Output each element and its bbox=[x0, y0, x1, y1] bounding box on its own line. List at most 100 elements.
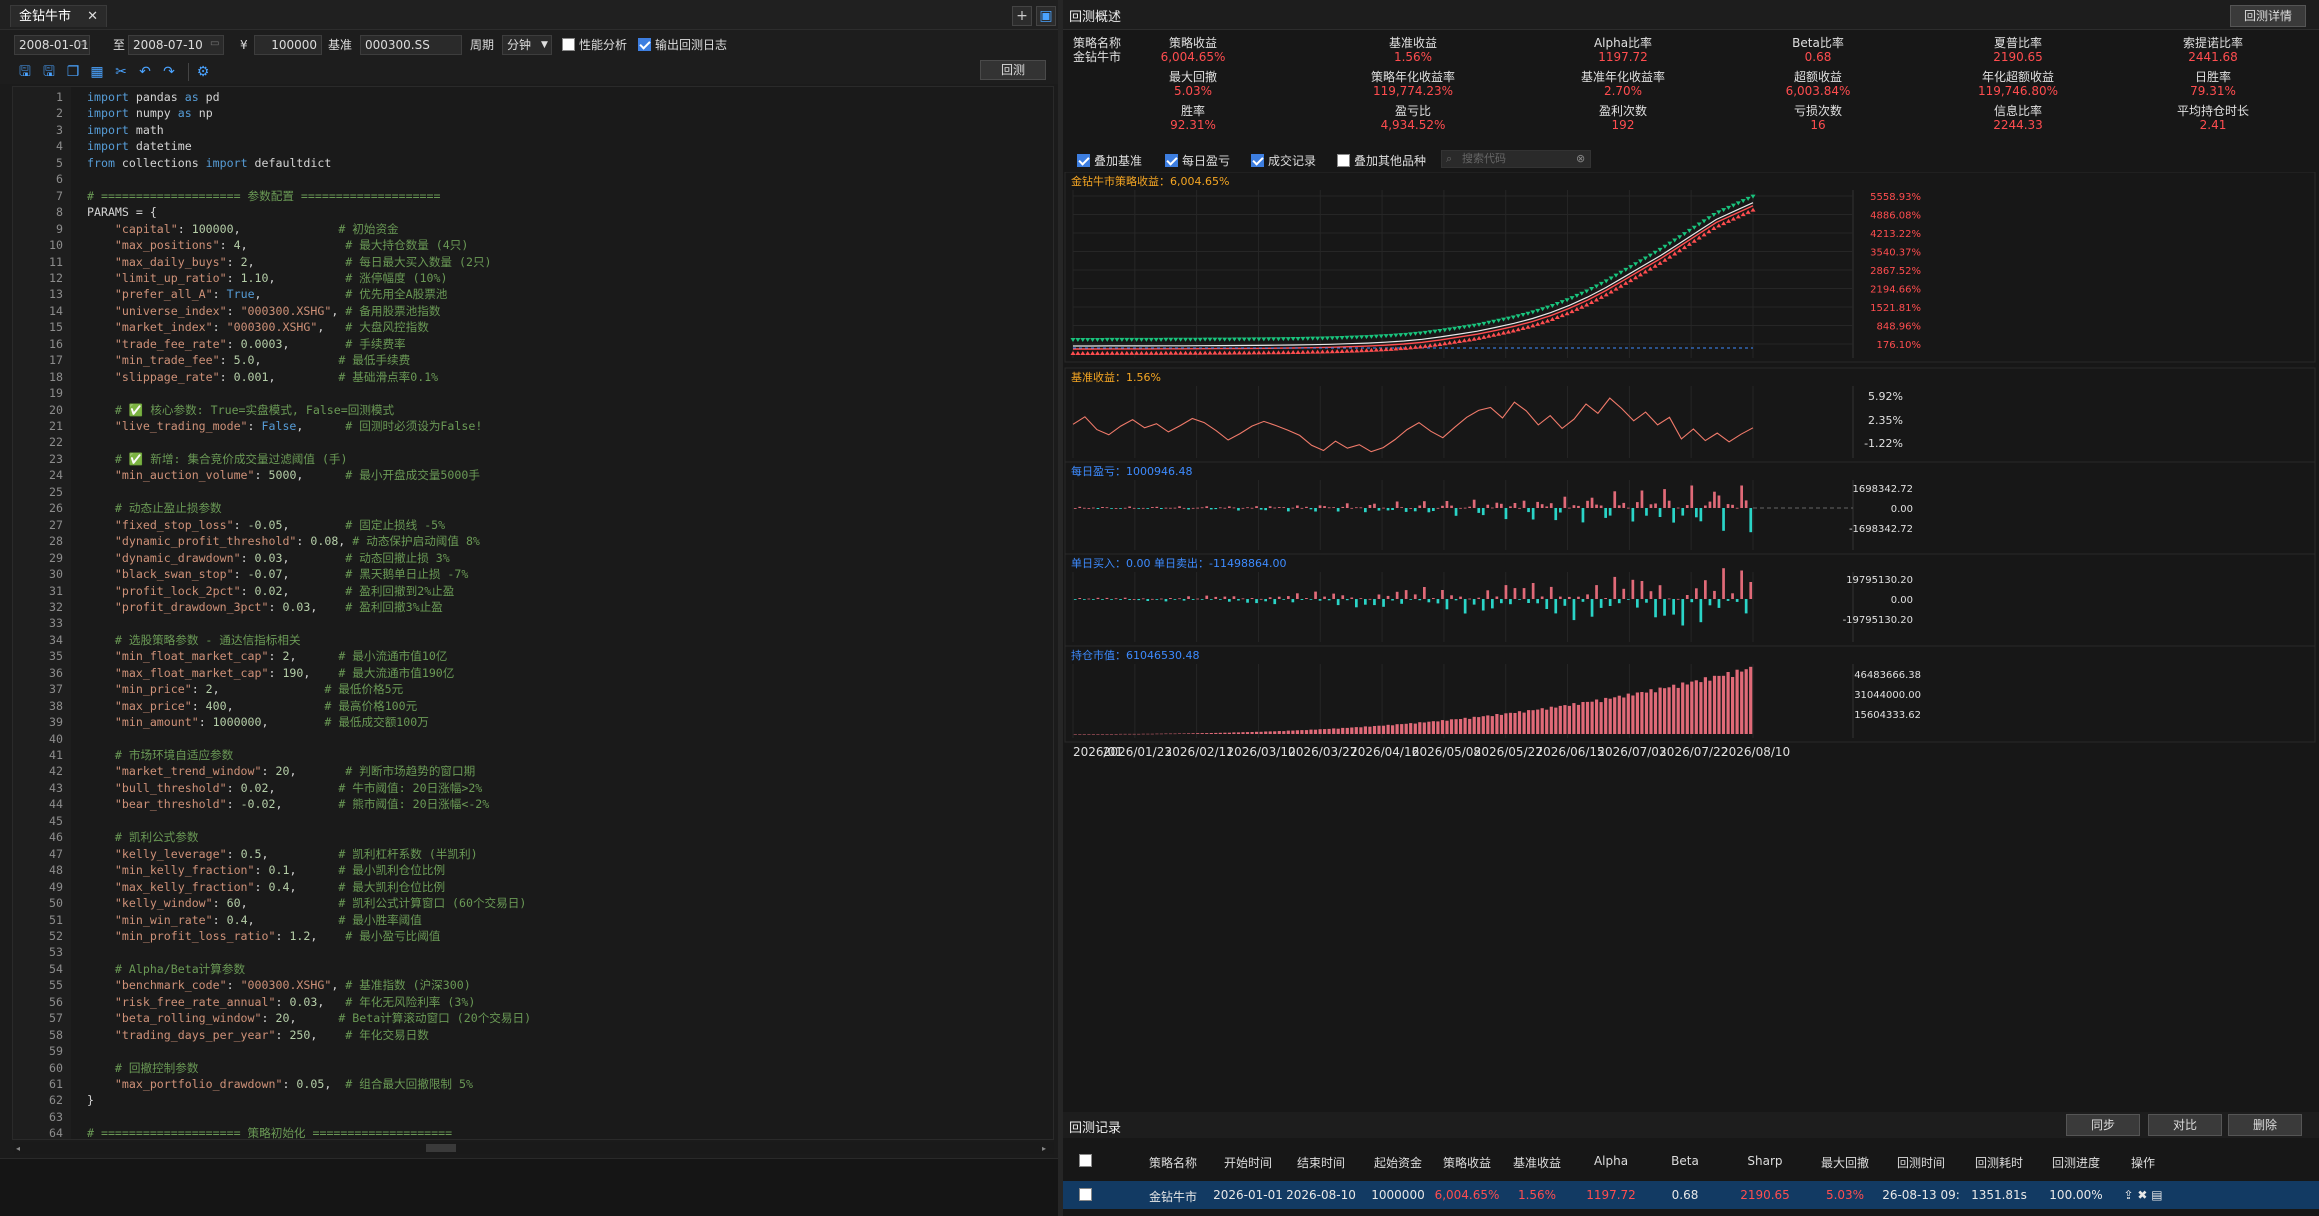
benchmark-input[interactable]: 000300.SS bbox=[360, 35, 462, 55]
code-line[interactable]: 11 "max_daily_buys": 2, # 每日最大买入数量 (2只) bbox=[13, 254, 1053, 271]
code-line[interactable]: 21 "live_trading_mode": False, # 回测时必须设为… bbox=[13, 418, 1053, 435]
code-line[interactable]: 42 "market_trend_window": 20, # 判断市场趋势的窗… bbox=[13, 763, 1053, 780]
code-line[interactable]: 7 # ==================== 参数配置 ===========… bbox=[13, 188, 1053, 205]
code-line[interactable]: 9 "capital": 100000, # 初始资金 bbox=[13, 221, 1053, 238]
chart-area[interactable]: 金钻牛市策略收益：6,004.65% 基准收益：1.56% 每日盈亏：1000946… bbox=[1063, 171, 2319, 1102]
undo-icon[interactable]: ↶ bbox=[136, 63, 154, 81]
code-line[interactable]: 47 "kelly_leverage": 0.5, # 凯利杠杆系数 (半凯利) bbox=[13, 846, 1053, 863]
row-actions[interactable]: ⇪ ✖ ▤ bbox=[2098, 1188, 2188, 1202]
checkbox-icon[interactable] bbox=[1079, 1154, 1092, 1167]
code-line[interactable]: 38 "max_price": 400, # 最高价格100元 bbox=[13, 698, 1053, 715]
layout-button[interactable]: ▣ bbox=[1036, 6, 1056, 26]
paste-icon[interactable]: ▦ bbox=[88, 63, 106, 81]
code-line[interactable]: 48 "min_kelly_fraction": 0.1, # 最小凯利仓位比例 bbox=[13, 862, 1053, 879]
checkbox-icon[interactable] bbox=[562, 38, 575, 51]
table-row[interactable]: 金钻牛市 2026-01-01 2026-08-10 1000000 6,004.65%… bbox=[1063, 1181, 2319, 1209]
code-line[interactable]: 53 bbox=[13, 944, 1053, 961]
row-checkbox[interactable] bbox=[1079, 1188, 1096, 1202]
clear-icon[interactable]: ⊗ bbox=[1576, 151, 1585, 167]
code-line[interactable]: 5 from collections import defaultdict bbox=[13, 155, 1053, 172]
code-line[interactable]: 56 "risk_free_rate_annual": 0.03, # 年化无风… bbox=[13, 994, 1053, 1011]
select-all-checkbox[interactable] bbox=[1079, 1154, 1096, 1168]
column-header[interactable]: 结束时间 bbox=[1281, 1154, 1361, 1171]
code-line[interactable]: 58 "trading_days_per_year": 250, # 年化交易日… bbox=[13, 1027, 1053, 1044]
code-line[interactable]: 60 # 回撤控制参数 bbox=[13, 1060, 1053, 1077]
code-line[interactable]: 31 "profit_lock_2pct": 0.02, # 盈利回撤到2%止盈 bbox=[13, 583, 1053, 600]
column-header[interactable]: 操作 bbox=[2103, 1154, 2183, 1171]
code-line[interactable]: 15 "market_index": "000300.XSHG", # 大盘风控… bbox=[13, 319, 1053, 336]
code-line[interactable]: 10 "max_positions": 4, # 最大持仓数量 (4只) bbox=[13, 237, 1053, 254]
code-line[interactable]: 62} bbox=[13, 1092, 1053, 1109]
save-icon[interactable]: 🖫 bbox=[16, 63, 34, 81]
code-line[interactable]: 43 "bull_threshold": 0.02, # 牛市阈值: 20日涨幅… bbox=[13, 780, 1053, 797]
scroll-left-icon[interactable]: ◂ bbox=[16, 1144, 20, 1153]
code-line[interactable]: 14 "universe_index": "000300.XSHG", # 备用… bbox=[13, 303, 1053, 320]
calendar-icon[interactable]: ▭ bbox=[210, 38, 219, 49]
charts-svg[interactable]: 金钻牛市策略收益：6,004.65% 基准收益：1.56% 每日盈亏：1000946… bbox=[1063, 171, 2319, 1102]
close-icon[interactable]: ✕ bbox=[87, 9, 98, 24]
cut-icon[interactable]: ✂ bbox=[112, 63, 130, 81]
column-header[interactable]: 策略收益 bbox=[1427, 1154, 1507, 1171]
settings-gear-icon[interactable]: ⚙ bbox=[194, 63, 212, 81]
column-header[interactable]: 策略名称 bbox=[1133, 1154, 1213, 1171]
code-line[interactable]: 36 "max_float_market_cap": 190, # 最大流通市值… bbox=[13, 665, 1053, 682]
tab-strategy[interactable]: 金钻牛市 ✕ bbox=[10, 5, 108, 27]
code-line[interactable]: 2 import numpy as np bbox=[13, 105, 1053, 122]
copy-icon[interactable]: ❐ bbox=[64, 63, 82, 81]
code-line[interactable]: 57 "beta_rolling_window": 20, # Beta计算滚动… bbox=[13, 1010, 1053, 1027]
checkbox-checked-icon[interactable] bbox=[1077, 154, 1090, 167]
code-line[interactable]: 63 bbox=[13, 1109, 1053, 1126]
code-line[interactable]: 22 bbox=[13, 434, 1053, 451]
scroll-thumb[interactable] bbox=[426, 1144, 456, 1152]
code-line[interactable]: 23 # ✅ 新增: 集合竞价成交量过滤阈值 (手) bbox=[13, 451, 1053, 468]
code-editor[interactable]: 1 import pandas as pd 2 import numpy as np 3… bbox=[12, 86, 1054, 1140]
code-line[interactable]: 51 "min_win_rate": 0.4, # 最小胜率阈值 bbox=[13, 912, 1053, 929]
code-line[interactable]: 19 bbox=[13, 385, 1053, 402]
capital-input[interactable]: 100000 bbox=[254, 35, 322, 55]
code-line[interactable]: 39 "min_amount": 1000000, # 最低成交额100万 bbox=[13, 714, 1053, 731]
code-line[interactable]: 1 import pandas as pd bbox=[13, 89, 1053, 106]
code-line[interactable]: 18 "slippage_rate": 0.001, # 基础滑点率0.1% bbox=[13, 369, 1053, 386]
column-header[interactable]: 最大回撤 bbox=[1805, 1154, 1885, 1171]
code-line[interactable]: 37 "min_price": 2, # 最低价格5元 bbox=[13, 681, 1053, 698]
scroll-right-icon[interactable]: ▸ bbox=[1042, 1144, 1046, 1153]
code-line[interactable]: 20 # ✅ 核心参数: True=实盘模式, False=回测模式 bbox=[13, 402, 1053, 419]
calendar-icon[interactable]: ▭ bbox=[78, 38, 87, 49]
column-header[interactable]: 开始时间 bbox=[1208, 1154, 1288, 1171]
backtest-detail-button[interactable]: 回测详情 bbox=[2230, 5, 2306, 27]
checkbox-icon[interactable] bbox=[1337, 154, 1350, 167]
code-line[interactable]: 61 "max_portfolio_drawdown": 0.05, # 组合最… bbox=[13, 1076, 1053, 1093]
checkbox-icon[interactable] bbox=[1079, 1188, 1092, 1201]
code-line[interactable]: 34 # 选股策略参数 - 通达信指标相关 bbox=[13, 632, 1053, 649]
code-line[interactable]: 17 "min_trade_fee": 5.0, # 最低手续费 bbox=[13, 352, 1053, 369]
checkbox-checked-icon[interactable] bbox=[1165, 154, 1178, 167]
compare-button[interactable]: 对比 bbox=[2148, 1114, 2222, 1136]
column-header[interactable]: 基准收益 bbox=[1497, 1154, 1577, 1171]
column-header[interactable]: Beta bbox=[1645, 1154, 1725, 1168]
run-backtest-button[interactable]: 回测 bbox=[980, 60, 1046, 80]
period-select[interactable]: 分钟 ▼ bbox=[502, 35, 552, 55]
code-line[interactable]: 25 bbox=[13, 484, 1053, 501]
column-header[interactable]: Sharp bbox=[1725, 1154, 1805, 1168]
code-line[interactable]: 54 # Alpha/Beta计算参数 bbox=[13, 961, 1053, 978]
sync-button[interactable]: 同步 bbox=[2066, 1114, 2140, 1136]
column-header[interactable]: 回测时间 bbox=[1881, 1154, 1961, 1171]
code-line[interactable]: 28 "dynamic_profit_threshold": 0.08, # 动… bbox=[13, 533, 1053, 550]
trades-checkbox[interactable]: 成交记录 bbox=[1251, 152, 1316, 169]
code-line[interactable]: 45 bbox=[13, 813, 1053, 830]
code-line[interactable]: 30 "black_swan_stop": -0.07, # 黑天鹅单日止损 -… bbox=[13, 566, 1053, 583]
daily-pnl-checkbox[interactable]: 每日盈亏 bbox=[1165, 152, 1230, 169]
redo-icon[interactable]: ↷ bbox=[160, 63, 178, 81]
code-line[interactable]: 26 # 动态止盈止损参数 bbox=[13, 500, 1053, 517]
column-header[interactable]: Alpha bbox=[1571, 1154, 1651, 1168]
column-header[interactable]: 起始资金 bbox=[1358, 1154, 1438, 1171]
code-line[interactable]: 59 bbox=[13, 1043, 1053, 1060]
horizontal-scrollbar[interactable]: ◂ ▸ bbox=[14, 1142, 1054, 1154]
code-line[interactable]: 12 "limit_up_ratio": 1.10, # 涨停幅度 (10%) bbox=[13, 270, 1053, 287]
overlay-others-checkbox[interactable]: 叠加其他品种 bbox=[1337, 152, 1426, 169]
code-line[interactable]: 64 # ==================== 策略初始化 =========… bbox=[13, 1125, 1053, 1139]
overlay-benchmark-checkbox[interactable]: 叠加基准 bbox=[1077, 152, 1142, 169]
code-line[interactable]: 4 import datetime bbox=[13, 138, 1053, 155]
code-line[interactable]: 27 "fixed_stop_loss": -0.05, # 固定止损线 -5% bbox=[13, 517, 1053, 534]
code-line[interactable]: 46 # 凯利公式参数 bbox=[13, 829, 1053, 846]
